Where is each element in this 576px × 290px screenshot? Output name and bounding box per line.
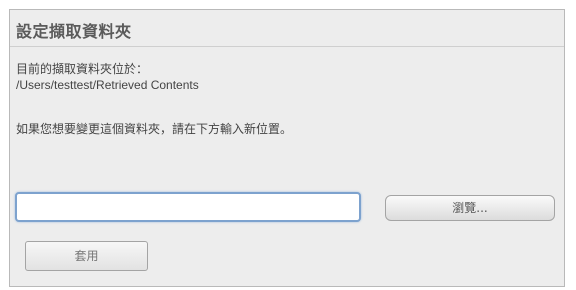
current-folder-label: 目前的擷取資料夾位於： — [16, 62, 149, 76]
apply-button[interactable]: 套用 — [25, 241, 148, 271]
panel-title: 設定擷取資料夾 — [16, 22, 132, 41]
instruction-text: 如果您想要變更這個資料夾，請在下方輸入新位置。 — [16, 122, 293, 136]
title-divider — [10, 46, 564, 47]
retrieve-folder-panel: 設定擷取資料夾 目前的擷取資料夾位於： /Users/testtest/Retr… — [9, 9, 565, 287]
current-folder-path: /Users/testtest/Retrieved Contents — [16, 78, 199, 92]
browse-button[interactable]: 瀏覽... — [385, 195, 555, 221]
new-location-input[interactable] — [15, 192, 361, 222]
